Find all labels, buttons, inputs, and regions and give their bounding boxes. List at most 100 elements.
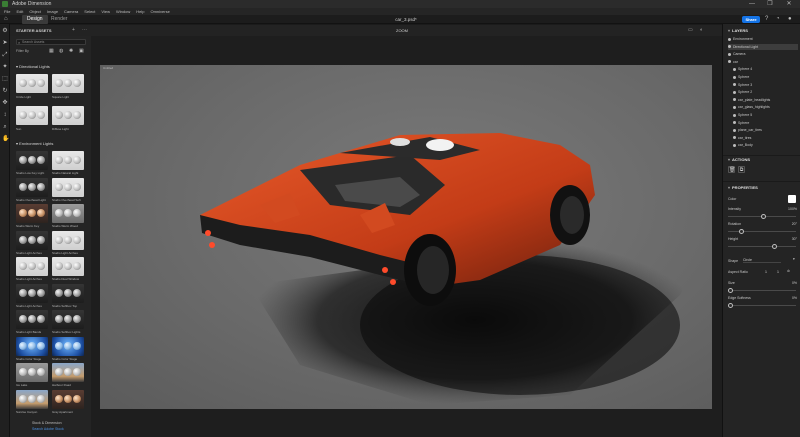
layer-item[interactable]: Sphere 4 (728, 66, 798, 72)
layer-item[interactable]: car_tires (728, 135, 798, 141)
edge-softness-slider-knob[interactable] (728, 303, 733, 308)
delete-icon[interactable]: 🗑 (728, 166, 735, 173)
close-icon[interactable]: ✕ (781, 0, 797, 8)
share-button[interactable]: Share (742, 16, 760, 23)
environment-light-thumb[interactable] (52, 389, 84, 409)
filter-models-icon[interactable]: ▦ (49, 48, 54, 55)
environment-light-thumb[interactable] (52, 151, 84, 170)
environment-light-thumb[interactable] (16, 336, 48, 356)
layer-item[interactable]: car_plate_headlights (728, 97, 798, 103)
layer-item[interactable]: Directional Light (728, 43, 798, 50)
directional-light-thumb[interactable] (16, 74, 48, 93)
search-input[interactable]: ⌕ Search Assets (16, 39, 86, 45)
magic-wand-icon[interactable]: ✦ (2, 64, 8, 70)
filter-lights-icon[interactable]: ✺ (69, 48, 73, 55)
rotation-value[interactable]: 20° (792, 222, 797, 226)
duplicate-icon[interactable]: ⧉ (738, 166, 745, 173)
maximize-icon[interactable]: ❐ (762, 0, 778, 8)
environment-light-thumb[interactable] (16, 310, 48, 329)
settings-icon[interactable]: ⚙ (2, 28, 8, 34)
rotation-slider[interactable] (728, 229, 796, 234)
environment-light-thumb[interactable] (52, 336, 84, 356)
layer-item[interactable]: plane_car_tires (728, 127, 798, 133)
layer-item[interactable]: Camera (728, 51, 798, 57)
layer-item[interactable]: car_Body (728, 142, 798, 148)
layer-item[interactable]: Sphere (728, 74, 798, 80)
layers-panel-title[interactable]: ▾ LAYERS (728, 28, 748, 33)
rotation-slider-knob[interactable] (739, 229, 744, 234)
avatar[interactable]: ● (788, 15, 792, 24)
environment-light-thumb[interactable] (52, 283, 84, 303)
minimize-icon[interactable]: — (744, 0, 760, 8)
environment-light-thumb[interactable] (52, 310, 84, 329)
panel-title[interactable]: STARTER ASSETS (16, 25, 52, 36)
edge-softness-value[interactable]: 0% (792, 296, 797, 300)
layer-item[interactable]: Environment (728, 36, 798, 42)
actions-panel-title[interactable]: ▾ ACTIONS (728, 157, 750, 162)
tab-render[interactable]: Render (46, 15, 72, 24)
color-swatch[interactable] (788, 195, 796, 203)
car-render[interactable] (100, 65, 712, 409)
notifications-icon[interactable]: ◔ (776, 15, 780, 24)
tab-design[interactable]: Design (22, 15, 48, 24)
menu-camera[interactable]: Camera (64, 9, 78, 14)
directional-light-thumb[interactable] (16, 106, 48, 125)
environment-light-thumb[interactable] (52, 363, 84, 382)
zoom-dropdown[interactable]: ZOOM (396, 25, 408, 36)
move-tool-icon[interactable]: ⤢ (2, 52, 8, 58)
environment-light-thumb[interactable] (16, 204, 48, 223)
layer-item[interactable]: Sphere 3 (728, 82, 798, 88)
environment-light-thumb[interactable] (16, 257, 48, 276)
size-slider[interactable] (728, 288, 796, 293)
environment-light-thumb[interactable] (16, 363, 48, 382)
aspect-ratio-a[interactable]: 1 (765, 270, 767, 274)
chevron-down-icon[interactable]: ▾ (793, 257, 795, 261)
rotate-tool-icon[interactable]: ↻ (2, 88, 8, 94)
shape-dropdown[interactable]: Circle (743, 257, 781, 263)
canvas-artboard[interactable]: Untitled (100, 65, 712, 409)
menu-window[interactable]: Window (116, 9, 130, 14)
filter-materials-icon[interactable]: ◍ (59, 48, 63, 55)
menu-omniverse[interactable]: Omniverse (150, 9, 169, 14)
filter-images-icon[interactable]: ▣ (79, 48, 84, 55)
environment-light-thumb[interactable] (52, 230, 84, 250)
zoom-tool-icon[interactable]: ⌕ (2, 124, 8, 130)
layer-item[interactable]: car (728, 59, 798, 65)
section-directional-lights[interactable]: ▾ Directional Lights (16, 64, 50, 69)
size-slider-knob[interactable] (728, 288, 733, 293)
environment-light-thumb[interactable] (52, 204, 84, 223)
directional-light-thumb[interactable] (52, 74, 84, 93)
dolly-tool-icon[interactable]: ↕ (2, 112, 8, 118)
size-value[interactable]: 0% (792, 281, 797, 285)
aspect-ratio-b[interactable]: 1 (777, 270, 779, 274)
layer-item[interactable]: Sphere (728, 120, 798, 126)
height-slider[interactable] (728, 244, 796, 249)
link-icon[interactable]: ⊘ (787, 269, 790, 273)
environment-light-thumb[interactable] (52, 257, 84, 276)
intensity-slider-knob[interactable] (761, 214, 766, 219)
environment-light-thumb[interactable] (52, 177, 84, 197)
menu-help[interactable]: Help (136, 9, 144, 14)
height-value[interactable]: 30° (792, 237, 797, 241)
directional-light-thumb[interactable] (52, 106, 84, 125)
add-icon[interactable]: + (72, 25, 75, 36)
menu-file[interactable]: File (4, 9, 10, 14)
select-tool-icon[interactable]: ➤ (2, 40, 8, 46)
environment-light-thumb[interactable] (16, 177, 48, 197)
hand-tool-icon[interactable]: ✋ (2, 136, 9, 142)
home-icon[interactable]: ⌂ (4, 16, 11, 23)
environment-light-thumb[interactable] (16, 230, 48, 250)
menu-edit[interactable]: Edit (16, 9, 23, 14)
layer-item[interactable]: Sphere 2 (728, 89, 798, 95)
camera-bookmark-icon[interactable]: ▭ (688, 25, 693, 36)
height-slider-knob[interactable] (772, 244, 777, 249)
selection-tool-icon[interactable]: ⬚ (2, 76, 8, 82)
section-environment-lights[interactable]: ▾ Environment Lights (16, 141, 53, 146)
pan-tool-icon[interactable]: ✥ (2, 100, 8, 106)
properties-panel-title[interactable]: ▾ PROPERTIES (728, 185, 758, 190)
layer-item[interactable]: car_glass_highlights (728, 104, 798, 110)
menu-select[interactable]: Select (84, 9, 95, 14)
menu-view[interactable]: View (101, 9, 110, 14)
edge-softness-slider[interactable] (728, 303, 796, 308)
layer-item[interactable]: Sphere 5 (728, 112, 798, 118)
